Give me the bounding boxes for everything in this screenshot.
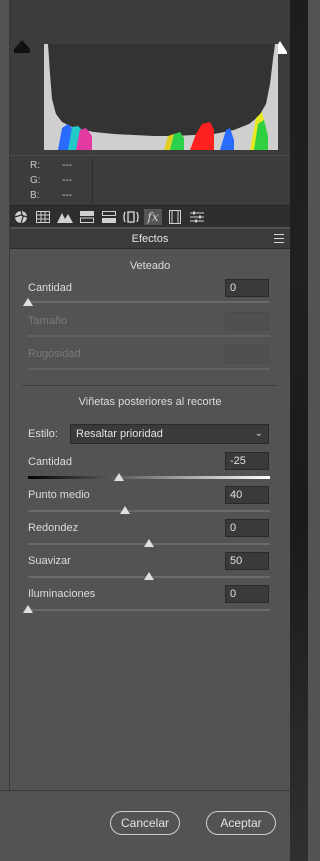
vignette-style-select[interactable]: Resaltar prioridad ⌄ xyxy=(70,424,269,444)
vignette-roundness-thumb[interactable] xyxy=(144,539,154,547)
vignette-highlights-field[interactable]: 0 xyxy=(225,585,269,603)
grain-roughness-field xyxy=(225,345,269,363)
readout-b: B: --- xyxy=(30,190,72,201)
histogram-graph xyxy=(44,44,278,150)
vignette-midpoint-label: Punto medio xyxy=(28,489,90,501)
grain-title: Veteado xyxy=(129,260,171,272)
section-header: Efectos xyxy=(10,229,290,249)
grain-size-label: Tamaño xyxy=(28,315,68,327)
vignette-amount-slider[interactable] xyxy=(28,476,270,479)
b-value: --- xyxy=(62,190,72,201)
section-divider xyxy=(22,385,278,386)
dialog-footer: Cancelar Aceptar xyxy=(0,790,290,861)
vignette-title: Viñetas posteriores al recorte xyxy=(78,396,222,408)
cancel-button[interactable]: Cancelar xyxy=(110,811,180,835)
vignette-highlights-thumb[interactable] xyxy=(23,605,33,613)
mountains-icon[interactable] xyxy=(56,209,74,225)
histogram xyxy=(10,0,290,155)
detail-icon[interactable] xyxy=(100,209,118,225)
r-value: --- xyxy=(62,160,72,171)
grain-roughness-label: Rugosidad xyxy=(28,348,81,360)
grid-icon[interactable] xyxy=(34,209,52,225)
grain-size-slider xyxy=(28,335,270,337)
ok-button[interactable]: Aceptar xyxy=(206,811,276,835)
b-label: B: xyxy=(30,190,40,201)
vignette-style-label: Estilo: xyxy=(28,428,58,440)
grain-roughness-slider xyxy=(28,368,270,370)
vignette-feather-thumb[interactable] xyxy=(144,572,154,580)
histogram-plot xyxy=(44,44,278,150)
aperture-icon[interactable] xyxy=(12,209,30,225)
panel-menu-icon[interactable] xyxy=(274,234,284,243)
readout-r: R: --- xyxy=(30,160,72,171)
shadow-clipping-warning-icon[interactable] xyxy=(14,40,30,49)
chevron-down-icon: ⌄ xyxy=(254,428,263,439)
camera-raw-window: R: --- G: --- B: --- fx Efectos Veteado … xyxy=(0,0,308,861)
rgb-readout: R: --- G: --- B: --- xyxy=(10,155,290,205)
readout-divider xyxy=(92,158,93,204)
vignette-roundness-label: Redondez xyxy=(28,522,79,534)
g-value: --- xyxy=(62,175,72,186)
fx-icon[interactable]: fx xyxy=(144,209,162,225)
grain-size-field xyxy=(225,312,269,330)
panel-tabs-toolbar: fx xyxy=(10,205,290,227)
vignette-midpoint-thumb[interactable] xyxy=(119,506,130,514)
film-icon[interactable] xyxy=(166,209,184,225)
vignette-highlights-label: Iluminaciones xyxy=(28,588,96,600)
vignette-midpoint-slider[interactable] xyxy=(28,510,270,512)
grain-amount-slider[interactable] xyxy=(28,301,270,303)
vignette-feather-field[interactable]: 50 xyxy=(225,552,269,570)
grain-amount-thumb[interactable] xyxy=(23,298,33,306)
vignette-highlights-slider[interactable] xyxy=(28,609,270,611)
section-title: Efectos xyxy=(131,233,169,245)
grain-amount-field[interactable]: 0 xyxy=(225,279,269,297)
vignette-midpoint-field[interactable]: 40 xyxy=(225,486,269,504)
vignette-style-value: Resaltar prioridad xyxy=(76,428,163,440)
shadow-clipping-warning-base xyxy=(14,49,30,53)
adjustment-panel: R: --- G: --- B: --- fx Efectos Veteado … xyxy=(10,0,290,790)
vignette-feather-label: Suavizar xyxy=(28,555,71,567)
split-tone-icon[interactable] xyxy=(78,209,96,225)
lens-icon[interactable] xyxy=(122,209,140,225)
sliders-icon[interactable] xyxy=(188,209,206,225)
vignette-amount-field[interactable]: -25 xyxy=(225,452,269,470)
left-edge-panel xyxy=(0,0,10,790)
r-label: R: xyxy=(30,160,40,171)
readout-g: G: --- xyxy=(30,175,72,186)
grain-amount-label: Cantidad xyxy=(28,282,73,294)
vignette-amount-label: Cantidad xyxy=(28,456,73,468)
vignette-amount-thumb[interactable] xyxy=(113,473,124,481)
right-edge-background xyxy=(290,0,308,861)
vignette-roundness-field[interactable]: 0 xyxy=(225,519,269,537)
g-label: G: xyxy=(30,175,41,186)
